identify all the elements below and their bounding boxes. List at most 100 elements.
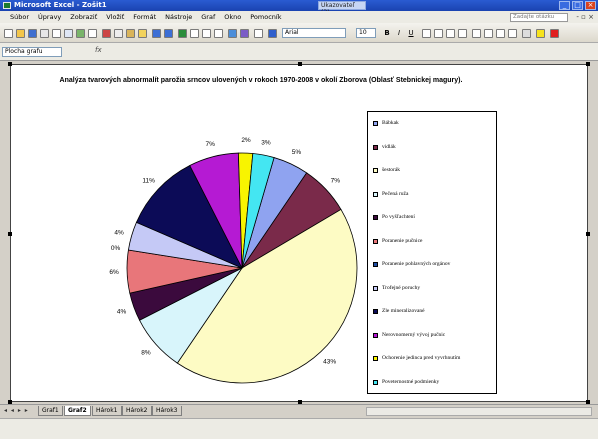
- redo-icon[interactable]: [164, 29, 173, 38]
- menu-edit[interactable]: Úpravy: [38, 11, 61, 23]
- legend-item[interactable]: Pečená ruža: [373, 191, 495, 198]
- sort-asc-icon[interactable]: [202, 29, 211, 38]
- legend-item[interactable]: Nerovnomerný vývoj pučnic: [373, 332, 495, 339]
- help-search-input[interactable]: Zadajte otázku: [510, 13, 568, 22]
- legend-item[interactable]: Poranenie pohlavných orgánov: [373, 261, 495, 268]
- menu-help[interactable]: Pomocník: [250, 11, 281, 23]
- decrease-indent-icon[interactable]: [496, 29, 505, 38]
- legend-item[interactable]: Bábkak: [373, 120, 495, 127]
- paste-icon[interactable]: [126, 29, 135, 38]
- borders-icon[interactable]: [522, 29, 531, 38]
- menu-file[interactable]: Súbor: [10, 11, 29, 23]
- permission-icon[interactable]: [40, 29, 49, 38]
- print-preview-icon[interactable]: [64, 29, 73, 38]
- legend-swatch: [373, 379, 378, 385]
- zoom-icon[interactable]: [254, 29, 263, 38]
- legend-item[interactable]: Zle mineralizované: [373, 308, 495, 315]
- slice-pct-label-8: 11%: [142, 177, 155, 184]
- new-icon[interactable]: [4, 29, 13, 38]
- sort-desc-icon[interactable]: [214, 29, 223, 38]
- increase-indent-icon[interactable]: [508, 29, 517, 38]
- excel-window: Microsoft Excel - Zošit1 Ukazovateľ (3) …: [0, 0, 598, 439]
- spelling-icon[interactable]: [76, 29, 85, 38]
- bold-button[interactable]: B: [382, 28, 392, 38]
- horizontal-scrollbar[interactable]: [366, 407, 592, 416]
- drawing-icon[interactable]: [240, 29, 249, 38]
- ask-box[interactable]: Ukazovateľ (3): [318, 1, 366, 16]
- align-right-icon[interactable]: [446, 29, 455, 38]
- merge-center-icon[interactable]: [458, 29, 467, 38]
- sheet-tabbar: ◂ ◂ ▸ ▸ Graf1 Graf2 Hárok1 Hárok2 Hárok3: [0, 404, 598, 417]
- chart-legend[interactable]: Bábkak vidlák šestorák Pečená ruža Po vyšľac…: [367, 111, 497, 394]
- slice-pct-label-5: 6%: [109, 269, 119, 276]
- name-box[interactable]: Plocha grafu: [2, 47, 62, 57]
- tab-graf1[interactable]: Graf1: [38, 406, 63, 416]
- title-bar: Microsoft Excel - Zošit1 Ukazovateľ (3) …: [0, 0, 598, 16]
- slice-pct-label-2: 43%: [323, 358, 336, 365]
- menu-chart[interactable]: Graf: [201, 11, 215, 23]
- menu-window[interactable]: Okno: [224, 11, 241, 23]
- tab-harok2[interactable]: Hárok2: [122, 406, 152, 416]
- autosum-icon[interactable]: [190, 29, 199, 38]
- legend-swatch: [373, 215, 378, 220]
- save-icon[interactable]: [28, 29, 37, 38]
- format-painter-icon[interactable]: [138, 29, 147, 38]
- legend-swatch: [373, 309, 378, 314]
- pie-chart[interactable]: 5% 7% 43% 8% 4% 6% 0% 4% 11% 7% 2% 3%: [11, 65, 589, 403]
- legend-item[interactable]: Poranenie pučnice: [373, 238, 495, 245]
- close-button[interactable]: ×: [585, 1, 596, 10]
- tab-harok3[interactable]: Hárok3: [152, 406, 182, 416]
- slice-pct-label-7: 4%: [114, 229, 124, 236]
- font-select[interactable]: Arial: [282, 28, 346, 38]
- minimize-button[interactable]: _: [559, 1, 570, 10]
- tab-graf2[interactable]: Graf2: [64, 406, 91, 416]
- legend-label: Nerovnomerný vývoj pučnic: [382, 331, 446, 338]
- legend-label: Poranenie pučnice: [382, 237, 423, 244]
- document-close-icon[interactable]: - ▫ ×: [576, 11, 594, 23]
- legend-item[interactable]: Po vyšľachtení: [373, 214, 495, 221]
- chart-sheet[interactable]: Analýza tvarových abnormalít parožia srn…: [8, 62, 590, 404]
- legend-item[interactable]: Poveternostné podmienky: [373, 379, 495, 386]
- slice-pct-label-1: 7%: [331, 177, 341, 184]
- window-controls: _ □ ×: [559, 1, 596, 10]
- research-icon[interactable]: [88, 29, 97, 38]
- percent-style-icon[interactable]: [472, 29, 481, 38]
- menu-view[interactable]: Zobraziť: [70, 11, 97, 23]
- font-size-select[interactable]: 10: [356, 28, 376, 38]
- comma-style-icon[interactable]: [484, 29, 493, 38]
- excel-app-icon: [3, 2, 11, 9]
- align-center-icon[interactable]: [434, 29, 443, 38]
- chart-wizard-icon[interactable]: [228, 29, 237, 38]
- slice-pct-label-3: 8%: [141, 350, 151, 357]
- legend-item[interactable]: Trofejné poruchy: [373, 285, 495, 292]
- fx-icon: fx: [95, 46, 102, 54]
- namebox-row: Plocha grafu fx: [0, 43, 598, 61]
- tab-harok1[interactable]: Hárok1: [92, 406, 122, 416]
- italic-button[interactable]: I: [394, 28, 404, 38]
- window-title: Microsoft Excel - Zošit1: [14, 1, 107, 9]
- status-bar: [0, 418, 598, 439]
- font-color-icon[interactable]: [550, 29, 559, 38]
- maximize-button[interactable]: □: [572, 1, 583, 10]
- legend-label: Zle mineralizované: [382, 308, 425, 314]
- tab-scroll-buttons[interactable]: ◂ ◂ ▸ ▸: [4, 407, 29, 414]
- menu-insert[interactable]: Vložiť: [106, 11, 124, 23]
- legend-label: Po vyšľachtení: [382, 214, 415, 220]
- toolbar: Arial 10 B I U: [0, 23, 598, 43]
- cut-icon[interactable]: [102, 29, 111, 38]
- undo-icon[interactable]: [152, 29, 161, 38]
- copy-icon[interactable]: [114, 29, 123, 38]
- menu-tools[interactable]: Nástroje: [165, 11, 192, 23]
- slice-pct-label-0: 5%: [292, 149, 302, 156]
- align-left-icon[interactable]: [422, 29, 431, 38]
- menu-format[interactable]: Formát: [133, 11, 156, 23]
- legend-item[interactable]: šestorák: [373, 167, 495, 174]
- print-icon[interactable]: [52, 29, 61, 38]
- legend-item[interactable]: Ochorenie jedinca pred vyvrhnutím: [373, 355, 495, 362]
- help-icon[interactable]: [268, 29, 277, 38]
- legend-item[interactable]: vidlák: [373, 144, 495, 151]
- fill-color-icon[interactable]: [536, 29, 545, 38]
- underline-button[interactable]: U: [406, 28, 416, 38]
- hyperlink-icon[interactable]: [178, 29, 187, 38]
- open-icon[interactable]: [16, 29, 25, 38]
